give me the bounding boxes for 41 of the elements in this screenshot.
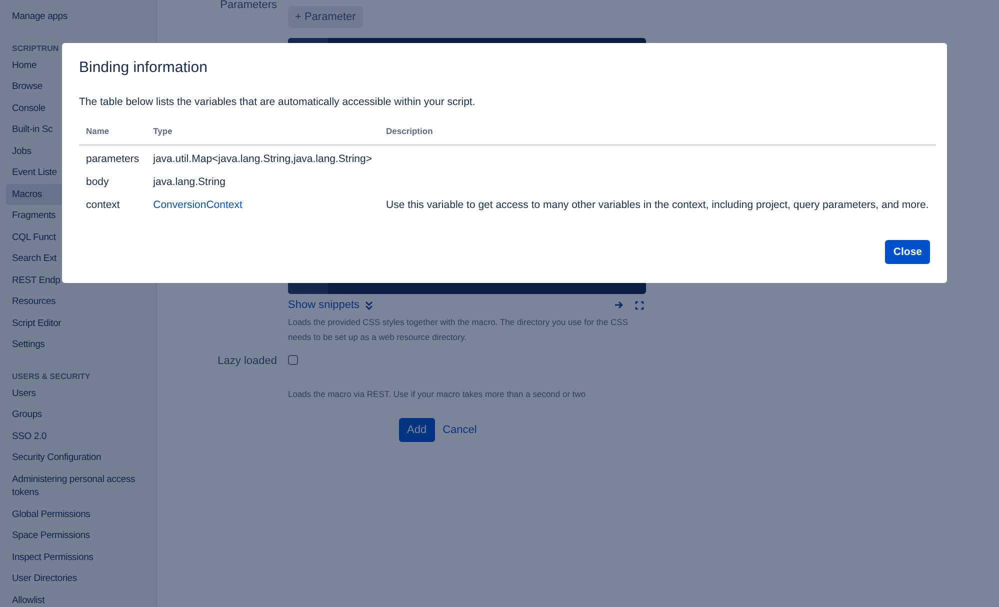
column-header: Type [146,122,379,145]
help-text: Loads the provided CSS styles together with the macro. The directory you use for the CSS needs to be set up as a web resource directory. [288,316,630,344]
double-chevron-down-icon [364,300,373,310]
type-link[interactable]: ConversionContext [146,194,379,217]
table-cell: parameters [79,145,146,171]
table-cell: Use this variable to get access to many other variables in the context, including project, query parameters, and more. [386,199,929,211]
table-cell-text: java.lang.String [152,175,226,190]
sidebar-item[interactable]: Users [6,382,148,404]
sidebar-item[interactable]: Allowlist [6,590,148,607]
add-parameter-button[interactable]: + Parameter [288,6,363,28]
sidebar-item[interactable]: SSO 2.0 [6,426,148,447]
sidebar-item[interactable]: Global Permissions [6,504,148,525]
sidebar-item[interactable]: Resources [6,291,148,312]
table-cell: java.util.Map<java.lang.String,java.lang.String> [146,145,379,171]
show-snippets-link[interactable]: Show snippets [288,299,360,311]
sidebar-item[interactable]: Administering personal access tokens [6,468,148,504]
sidebar-item[interactable]: Groups [6,404,148,426]
field-label: Lazy loaded [216,354,278,369]
table-cell-text: context [85,198,121,213]
close-button[interactable]: Close [885,240,930,264]
add-button[interactable]: Add [399,418,435,442]
sidebar-item[interactable]: Space Permissions [6,525,148,546]
arrow-right-icon[interactable] [615,301,624,309]
sidebar-item[interactable]: Inspect Permissions [6,546,148,568]
cancel-link[interactable]: Cancel [442,424,477,436]
column-header: Description [379,122,936,145]
dialog-title: Binding information [79,59,208,76]
column-header: Name [79,122,146,145]
sidebar-item[interactable]: Script Editor [6,312,148,334]
sidebar-heading: USERS & SECURITY [11,370,92,382]
field-label: Parameters [219,0,278,13]
sidebar-item[interactable]: Settings [6,334,148,356]
fullscreen-icon[interactable] [635,300,644,310]
sidebar-item[interactable]: Security Configuration [6,447,148,468]
lazy-loaded-checkbox[interactable] [288,355,298,365]
sidebar-item[interactable]: User Directories [6,568,148,590]
sidebar-item[interactable]: Manage apps [6,6,148,28]
sidebar-heading: SCRIPTRUN [11,42,60,54]
help-text: Loads the macro via REST. Use if your macro takes more than a second or two [288,388,587,401]
dialog-description: The table below lists the variables that are automatically accessible within your script. [79,96,476,108]
table-cell-text: body [85,175,110,190]
